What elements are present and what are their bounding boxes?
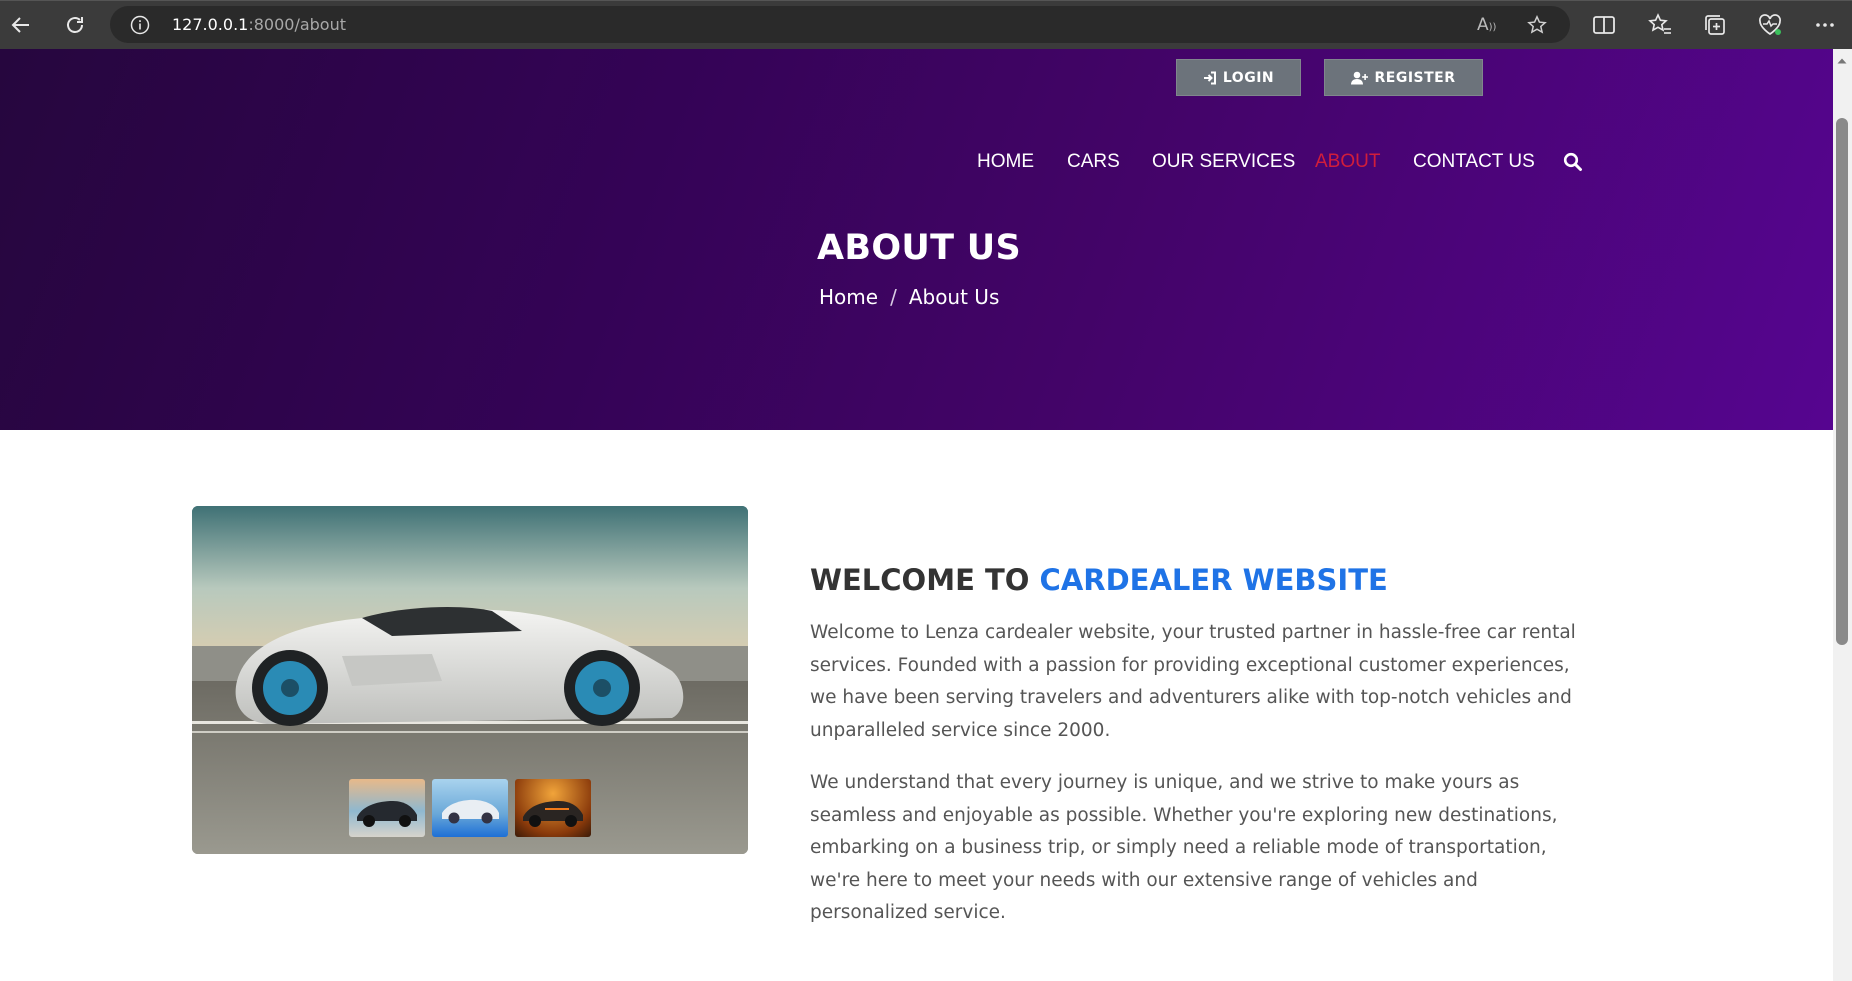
url-text: 127.0.0.1:8000/about [172, 15, 346, 34]
back-button[interactable] [6, 10, 36, 40]
address-bar[interactable]: 127.0.0.1:8000/about A)) [110, 6, 1570, 43]
register-label: REGISTER [1374, 69, 1456, 86]
car-thumbnail-orange [523, 801, 583, 827]
reload-button[interactable] [60, 10, 90, 40]
collections-icon[interactable] [1702, 12, 1728, 38]
slider-thumbnail-3[interactable] [515, 779, 591, 837]
scroll-up-arrow-icon[interactable] [1836, 55, 1848, 67]
breadcrumb-separator: / [890, 285, 897, 309]
browser-toolbar: 127.0.0.1:8000/about A)) [0, 0, 1852, 49]
breadcrumb: Home / About Us [819, 285, 999, 309]
user-plus-icon [1351, 71, 1369, 84]
breadcrumb-home[interactable]: Home [819, 285, 878, 309]
slider-thumbnail-2[interactable] [432, 779, 508, 837]
scrollbar-thumb[interactable] [1836, 118, 1848, 645]
more-options-icon[interactable] [1812, 12, 1838, 38]
tab-strip-edge [0, 0, 1852, 1]
nav-about[interactable]: ABOUT [1315, 151, 1380, 173]
welcome-heading-highlight: CARDEALER WEBSITE [1039, 563, 1388, 597]
about-paragraph-1: Welcome to Lenza cardealer website, your… [810, 622, 1576, 741]
search-icon[interactable] [1563, 152, 1583, 172]
url-path: :8000/about [248, 15, 347, 34]
nav-home[interactable]: HOME [977, 151, 1034, 173]
reload-icon [67, 17, 83, 33]
sign-in-icon [1203, 71, 1216, 84]
slider-thumbnail-1[interactable] [349, 779, 425, 837]
read-aloud-icon[interactable]: A)) [1477, 15, 1497, 35]
car-thumbnail-dark [357, 801, 417, 827]
nav-our-services[interactable]: OUR SERVICES [1152, 151, 1295, 173]
nav-cars[interactable]: CARS [1067, 151, 1120, 173]
login-button[interactable]: LOGIN [1176, 59, 1301, 96]
nav-contact-us[interactable]: CONTACT US [1413, 151, 1535, 173]
breadcrumb-current: About Us [908, 285, 1000, 309]
browser-essentials-icon[interactable] [1757, 12, 1783, 38]
read-aloud-letter: A [1477, 15, 1489, 35]
welcome-heading-prefix: WELCOME TO [810, 563, 1030, 597]
url-host: 127.0.0.1 [172, 15, 249, 34]
site-info-icon[interactable] [130, 15, 150, 35]
car-thumbnail-white [442, 799, 499, 824]
register-button[interactable]: REGISTER [1324, 59, 1483, 96]
hero-banner: LOGIN REGISTER HOME CARS OUR SERVICES AB… [0, 49, 1833, 430]
about-paragraph-2: We understand that every journey is uniq… [810, 772, 1558, 923]
page-viewport: LOGIN REGISTER HOME CARS OUR SERVICES AB… [0, 49, 1833, 981]
welcome-heading: WELCOME TO CARDEALER WEBSITE [810, 563, 1388, 597]
split-screen-icon[interactable] [1591, 12, 1617, 38]
favorites-icon[interactable] [1647, 12, 1673, 38]
favorite-star-icon[interactable] [1527, 15, 1547, 35]
page-title: ABOUT US [817, 228, 1022, 268]
login-label: LOGIN [1222, 69, 1275, 86]
back-arrow-icon [11, 17, 29, 33]
